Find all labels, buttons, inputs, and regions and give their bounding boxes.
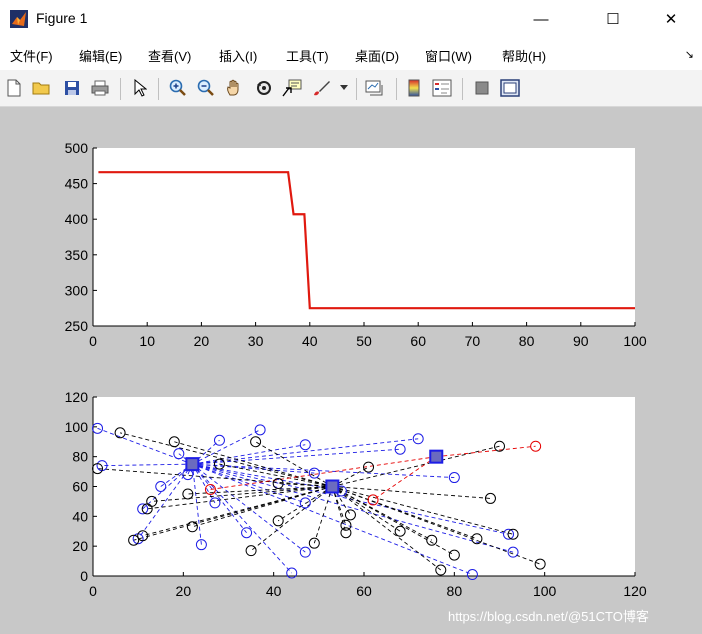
y-tick-label: 400 xyxy=(65,211,89,227)
axes-top[interactable]: 0 10 20 30 40 50 60 70 80 90 100 250 300 350 400 450 500 xyxy=(65,140,647,349)
figure-canvas: 0 10 20 30 40 50 60 70 80 90 100250300350400450500… xyxy=(65,140,647,599)
axes-bottom-background xyxy=(93,397,635,576)
axes-top-background xyxy=(93,148,635,326)
x-tick-label: 100 xyxy=(623,333,647,349)
x-tick-label: 0 xyxy=(89,583,97,599)
center-marker xyxy=(429,449,444,464)
x-tick-label: 80 xyxy=(519,333,535,349)
x-tick-label: 90 xyxy=(573,333,589,349)
x-tick-label: 0 xyxy=(89,333,97,349)
y-tick-label: 250 xyxy=(65,318,89,334)
x-tick-label: 70 xyxy=(465,333,481,349)
x-tick-label: 120 xyxy=(623,583,647,599)
watermark: https://blog.csdn.net/@51CTO博客 xyxy=(448,609,649,624)
y-tick-label: 0 xyxy=(80,568,88,584)
y-tick-label: 80 xyxy=(72,449,88,465)
x-tick-label: 50 xyxy=(356,333,372,349)
y-tick-label: 40 xyxy=(72,508,88,524)
y-tick-label: 120 xyxy=(65,389,89,405)
x-tick-label: 80 xyxy=(447,583,463,599)
x-tick-label: 100 xyxy=(533,583,557,599)
y-tick-label: 500 xyxy=(65,140,89,156)
x-tick-label: 20 xyxy=(194,333,210,349)
y-tick-label: 20 xyxy=(72,538,88,554)
center-marker xyxy=(325,479,340,494)
y-tick-label: 350 xyxy=(65,247,89,263)
x-tick-label: 60 xyxy=(410,333,426,349)
x-tick-label: 20 xyxy=(176,583,192,599)
y-tick-label: 300 xyxy=(65,282,89,298)
x-tick-label: 10 xyxy=(139,333,155,349)
y-tick-label: 60 xyxy=(72,479,88,495)
x-tick-label: 30 xyxy=(248,333,264,349)
axes-bottom[interactable]: 0 20 40 60 80 100 120 0 20 40 60 80 100 120 xyxy=(65,389,647,599)
y-tick-label: 100 xyxy=(65,419,89,435)
center-marker xyxy=(185,457,200,472)
y-tick-label: 450 xyxy=(65,176,89,192)
x-tick-label: 60 xyxy=(356,583,372,599)
x-tick-label: 40 xyxy=(266,583,282,599)
x-tick-label: 40 xyxy=(302,333,318,349)
